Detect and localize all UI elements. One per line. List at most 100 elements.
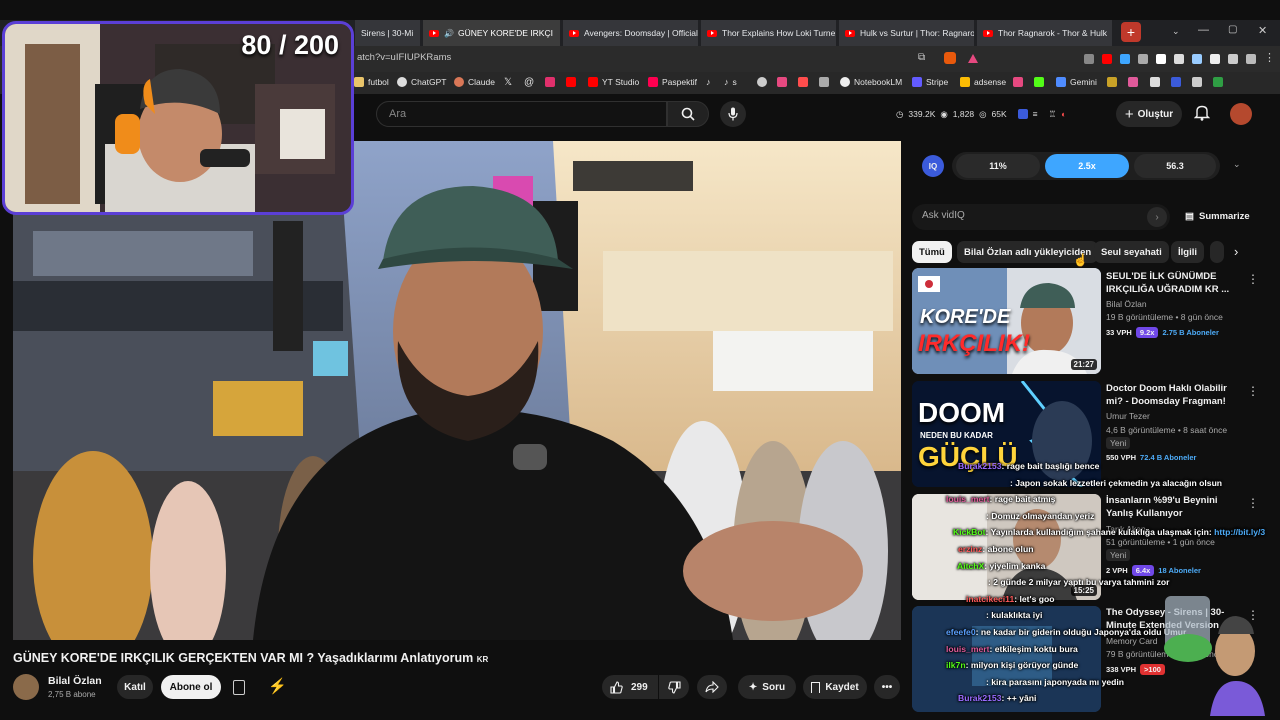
dislike-button[interactable] bbox=[659, 675, 689, 699]
bookmark-tiktok[interactable]: ♪ bbox=[706, 77, 711, 87]
document-icon[interactable] bbox=[233, 680, 245, 695]
bookmark-adsense[interactable]: adsense bbox=[960, 77, 1006, 87]
bookmark-misc[interactable] bbox=[757, 77, 767, 87]
bookmark-notebooklm[interactable]: NotebookLM bbox=[840, 77, 902, 87]
join-button[interactable]: Katıl bbox=[117, 675, 153, 699]
related-channel[interactable]: Umur Tezer bbox=[1106, 411, 1150, 421]
bookmark-paspektif[interactable]: Paspektif bbox=[648, 77, 697, 87]
chevron-right-icon[interactable]: › bbox=[1234, 244, 1238, 259]
bookmark-stripe[interactable]: Stripe bbox=[912, 77, 948, 87]
maximize-icon[interactable]: ▢ bbox=[1228, 24, 1237, 35]
bookmark-misc[interactable] bbox=[1107, 77, 1117, 87]
bookmark-instagram[interactable] bbox=[545, 77, 555, 87]
account-avatar[interactable] bbox=[1230, 103, 1252, 125]
extension-youtube-icon[interactable] bbox=[1102, 54, 1112, 64]
bookmark-futbol[interactable]: futbol bbox=[354, 77, 389, 87]
extension-icon[interactable] bbox=[1120, 54, 1130, 64]
bookmark-youtube[interactable] bbox=[566, 77, 576, 87]
bookmark-chatgpt[interactable]: ChatGPT bbox=[397, 77, 446, 87]
summarize-button[interactable]: ▤ Summarize bbox=[1185, 211, 1250, 222]
open-external-icon[interactable]: ⧉ bbox=[918, 52, 925, 63]
rewards-icon[interactable] bbox=[968, 54, 978, 63]
close-window-icon[interactable]: ✕ bbox=[1258, 24, 1267, 37]
menu-icon[interactable]: ⋮ bbox=[1264, 51, 1275, 64]
extension-icon[interactable] bbox=[1174, 54, 1184, 64]
search-input[interactable]: Ara bbox=[376, 101, 667, 127]
tab-search-icon[interactable]: ⌄ bbox=[1172, 26, 1180, 37]
browser-tab[interactable]: Sirens | 30-Mi bbox=[355, 20, 421, 46]
bookmark-misc[interactable] bbox=[1128, 77, 1138, 87]
browser-tab-active[interactable]: 🔊GÜNEY KORE'DE IRKÇI✕ bbox=[423, 20, 561, 46]
extension-icon[interactable] bbox=[1156, 54, 1166, 64]
extension-icon[interactable] bbox=[1084, 54, 1094, 64]
extension-icon[interactable] bbox=[1246, 54, 1256, 64]
extension-icon[interactable] bbox=[1228, 54, 1238, 64]
bookmark-misc[interactable] bbox=[819, 77, 829, 87]
bookmark-misc[interactable] bbox=[1192, 77, 1202, 87]
related-thumbnail[interactable]: DOOM NEDEN BU KADAR GÜÇLÜ bbox=[912, 381, 1101, 487]
chip-all[interactable]: Tümü bbox=[912, 241, 952, 263]
bookmark-threads[interactable]: @ bbox=[524, 77, 534, 88]
related-title[interactable]: İnsanların %99'u Beynini Yanlış Kullanıy… bbox=[1106, 495, 1246, 520]
bookmark-misc[interactable] bbox=[1213, 77, 1223, 87]
brave-shield-icon[interactable] bbox=[944, 52, 956, 64]
chevron-down-icon[interactable]: ⌄ bbox=[1233, 159, 1241, 170]
browser-tab[interactable]: Thor Ragnarok - Thor & Hulk bbox=[977, 20, 1113, 46]
channel-name[interactable]: Bilal Özlan bbox=[48, 675, 102, 687]
browser-tab[interactable]: Avengers: Doomsday | Official bbox=[563, 20, 699, 46]
related-title[interactable]: Doctor Doom Haklı Olabilir mi? - Doomsda… bbox=[1106, 383, 1246, 408]
related-channel[interactable]: Bilal Özlan bbox=[1106, 299, 1147, 309]
more-actions-button[interactable]: ••• bbox=[874, 675, 900, 699]
lightning-icon[interactable]: ⚡ bbox=[268, 677, 287, 695]
chip-more[interactable] bbox=[1210, 241, 1224, 263]
list-icon[interactable]: ≡ bbox=[1033, 109, 1038, 119]
bookmark-yt-studio[interactable]: YT Studio bbox=[588, 77, 639, 87]
vidiq-icon[interactable] bbox=[1017, 109, 1028, 119]
extension-icon[interactable] bbox=[1138, 54, 1148, 64]
vidiq-stat-left[interactable]: 11% bbox=[956, 154, 1040, 178]
voice-search-button[interactable] bbox=[720, 101, 746, 127]
more-vertical-icon[interactable]: ⋮ bbox=[1247, 384, 1259, 398]
bookmark-misc[interactable] bbox=[1171, 77, 1181, 87]
channel-avatar[interactable] bbox=[13, 674, 39, 700]
browser-tab[interactable]: Hulk vs Surtur | Thor: Ragnaro bbox=[839, 20, 975, 46]
bookmark-misc[interactable] bbox=[777, 77, 787, 87]
related-title[interactable]: SEUL'DE İLK GÜNÜMDE IRKÇILIĞA UĞRADIM KR… bbox=[1106, 271, 1246, 296]
vidiq-stat-right[interactable]: 56.3 bbox=[1134, 154, 1216, 178]
save-button[interactable]: Kaydet bbox=[803, 675, 867, 699]
close-tab-icon[interactable]: ✕ bbox=[553, 28, 560, 39]
related-channel[interactable]: Memory Card bbox=[1106, 636, 1157, 646]
video-player[interactable] bbox=[13, 141, 901, 640]
ask-button[interactable]: ✦ Soru bbox=[738, 675, 796, 699]
bookmark-claude[interactable]: Claude bbox=[454, 77, 495, 87]
create-button[interactable]: + Oluştur bbox=[1116, 101, 1182, 127]
vidiq-stat-middle[interactable]: 2.5x bbox=[1045, 154, 1129, 178]
notifications-button[interactable] bbox=[1193, 104, 1211, 126]
send-arrow-icon[interactable]: › bbox=[1147, 207, 1167, 227]
url-text[interactable]: atch?v=uIFIUPKRams bbox=[357, 52, 451, 63]
more-vertical-icon[interactable]: ⋮ bbox=[1247, 272, 1259, 286]
chip-seoul-trip[interactable]: Seul seyahati bbox=[1094, 241, 1169, 263]
extension-icon[interactable] bbox=[1192, 54, 1202, 64]
more-vertical-icon[interactable]: ⋮ bbox=[1247, 496, 1259, 510]
new-tab-button[interactable]: + bbox=[1121, 22, 1141, 42]
chip-related[interactable]: İlgili bbox=[1171, 241, 1204, 263]
extension-icon[interactable] bbox=[1210, 54, 1220, 64]
trophy-icon[interactable]: ♖ bbox=[1049, 109, 1057, 120]
bookmark-misc[interactable] bbox=[798, 77, 808, 87]
subscribe-button[interactable]: Abone ol bbox=[161, 675, 221, 699]
browser-tab[interactable]: Thor Explains How Loki Turne bbox=[701, 20, 837, 46]
minimize-icon[interactable]: — bbox=[1198, 24, 1209, 36]
chat-link[interactable]: http://bit.ly/3 bbox=[1214, 527, 1265, 537]
ask-vidiq-input[interactable]: Ask vidIQ bbox=[912, 204, 1170, 230]
alert-icon[interactable]: ◐ bbox=[1061, 109, 1066, 119]
share-button[interactable] bbox=[697, 675, 727, 699]
related-thumbnail[interactable]: KORE'DE IRKÇILIK! 21:27 bbox=[912, 268, 1101, 374]
search-button[interactable] bbox=[667, 101, 709, 127]
like-button[interactable]: 299 bbox=[602, 675, 658, 699]
bookmark-x[interactable]: 𝕏 bbox=[504, 77, 512, 88]
bookmark-misc[interactable] bbox=[1013, 77, 1023, 87]
bookmark-gemini[interactable]: Gemini bbox=[1056, 77, 1097, 87]
bookmark-misc[interactable] bbox=[1034, 77, 1044, 87]
bookmark-misc[interactable] bbox=[1150, 77, 1160, 87]
